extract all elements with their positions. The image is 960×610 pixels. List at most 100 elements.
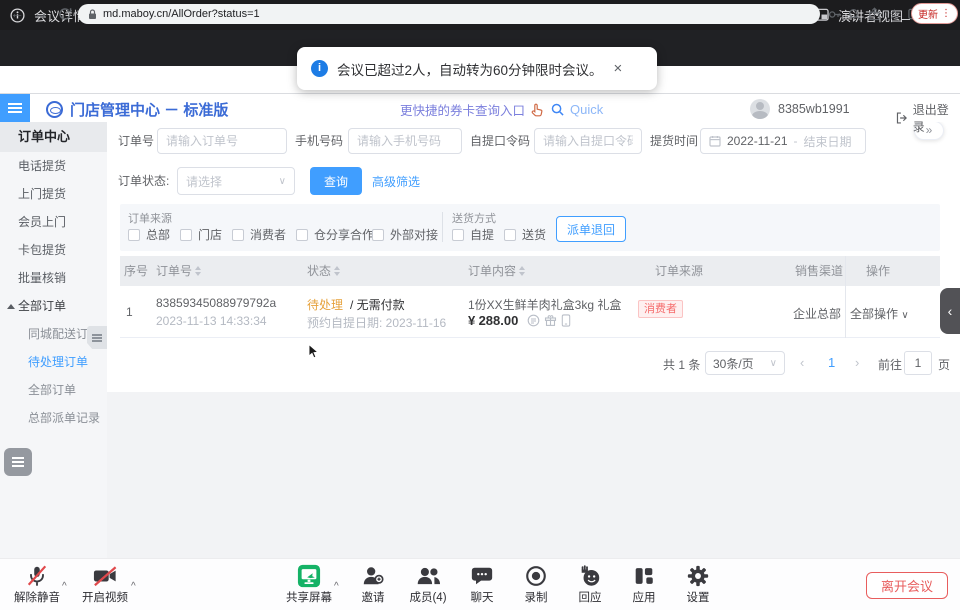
sidebar-toggle-button[interactable] [0, 94, 30, 122]
sidebar-subitem-pending-orders[interactable]: 待处理订单 [0, 348, 107, 376]
apps-button[interactable]: 应用 [615, 562, 673, 608]
banner-close-icon[interactable]: × [614, 60, 623, 77]
next-page-icon[interactable]: › [855, 355, 859, 370]
goto-page-input[interactable] [904, 351, 932, 375]
mouse-cursor [308, 344, 321, 360]
page-size-select[interactable]: 30条/页 ∨ [705, 351, 785, 375]
prev-page-icon[interactable]: ‹ [800, 355, 804, 370]
meeting-notification-banner: i 会议已超过2人，自动转为60分钟限时会议。 × [297, 47, 657, 90]
logout-link[interactable]: 退出登录 [913, 101, 960, 135]
video-options-icon[interactable]: ^ [131, 581, 136, 592]
current-page[interactable]: 1 [828, 355, 835, 370]
apps-label: 应用 [633, 589, 656, 605]
checkbox-delivery[interactable]: 送货 [504, 226, 546, 243]
checkbox-icon[interactable] [452, 229, 464, 241]
leave-meeting-button[interactable]: 离开会议 [866, 572, 948, 599]
gift-icon[interactable] [544, 314, 557, 327]
browser-menu-icon[interactable]: ⋮ [941, 8, 951, 19]
advanced-filter-link[interactable]: 高级筛选 [372, 173, 420, 190]
update-label: 更新 [918, 6, 938, 21]
checkbox-external[interactable]: 外部对接 [372, 226, 438, 243]
zoom-icon[interactable] [848, 8, 861, 21]
th-content[interactable]: 订单内容 [468, 256, 525, 286]
order-status-select[interactable]: 请选择 ∨ [177, 167, 295, 195]
checkbox-icon[interactable] [232, 229, 244, 241]
row-action-dropdown[interactable]: 全部操作 ∨ [850, 305, 909, 322]
checkbox-icon[interactable] [128, 229, 140, 241]
pickup-code-input[interactable] [534, 128, 642, 154]
reactions-button[interactable]: 回应 [561, 562, 619, 608]
calendar-icon [709, 135, 721, 147]
sidebar-subitem-all-orders[interactable]: 全部订单 [0, 376, 107, 404]
checkbox-hq[interactable]: 总部 [128, 226, 170, 243]
share-screen-icon [297, 564, 321, 588]
start-video-button[interactable]: 开启视频 [76, 562, 134, 608]
share-icon[interactable] [868, 7, 881, 21]
members-button[interactable]: 成员(4) [399, 562, 457, 608]
mic-options-icon[interactable]: ^ [62, 581, 67, 592]
checkbox-self-pickup[interactable]: 自提 [452, 226, 494, 243]
chrome-update-button[interactable]: 更新 ⋮ [911, 3, 958, 24]
checkbox-icon[interactable] [180, 229, 192, 241]
phone-icon[interactable] [561, 314, 571, 327]
checkbox-icon[interactable] [296, 229, 308, 241]
search-button[interactable]: 查询 [310, 167, 362, 195]
sidebar-item-phone-pickup[interactable]: 电话提货 [0, 152, 107, 180]
sidebar-subitem-hq-dispatch-log[interactable]: 总部派单记录 [0, 404, 107, 432]
sidebar-group-all-orders[interactable]: 全部订单 [0, 292, 107, 320]
settings-label: 设置 [687, 589, 710, 605]
sidebar-item-door-pickup[interactable]: 上门提货 [0, 180, 107, 208]
sort-icon[interactable] [334, 266, 340, 276]
members-icon [415, 564, 442, 588]
checkbox-store[interactable]: 门店 [180, 226, 222, 243]
reload-icon[interactable] [58, 7, 72, 21]
panel-divider [442, 212, 443, 242]
share-screen-button[interactable]: 共享屏幕 [280, 562, 338, 608]
user-avatar[interactable] [750, 99, 770, 119]
chat-button[interactable]: 聊天 [453, 562, 511, 608]
quick-search-icon[interactable] [551, 103, 564, 116]
date-range-picker[interactable]: 2022-11-21 - 结束日期 [700, 128, 866, 154]
checkbox-icon[interactable] [372, 229, 384, 241]
checkbox-consumer[interactable]: 消费者 [232, 226, 286, 243]
sidebar-item-card-pickup[interactable]: 卡包提货 [0, 236, 107, 264]
sidebar-item-member-visit[interactable]: 会员上门 [0, 208, 107, 236]
th-status[interactable]: 状态 [307, 256, 340, 286]
phone-input[interactable] [348, 128, 462, 154]
pointing-finger-icon [531, 103, 545, 117]
order-status-label: 订单状态: [118, 167, 169, 195]
unmute-button[interactable]: 解除静音 [8, 562, 66, 608]
row-source-tag: 消费者 [638, 300, 683, 318]
bookmark-star-icon[interactable]: ☆ [888, 5, 901, 23]
date-end-placeholder[interactable]: 结束日期 [804, 133, 852, 150]
sidebar-drag-handle[interactable] [87, 326, 107, 349]
sort-icon[interactable] [195, 266, 201, 276]
th-order-no[interactable]: 订单号 [156, 256, 201, 286]
order-no-input[interactable] [157, 128, 287, 154]
back-icon[interactable]: ← [10, 4, 24, 22]
sidebar-item-batch-verify[interactable]: 批量核销 [0, 264, 107, 292]
quick-label[interactable]: Quick [570, 102, 603, 117]
collapsed-video-panel-handle[interactable]: ‹ [940, 288, 960, 334]
settings-button[interactable]: 设置 [669, 562, 727, 608]
dispatch-return-button[interactable]: 派单退回 [556, 216, 626, 242]
invite-button[interactable]: 邀请 [344, 562, 402, 608]
note-icon[interactable] [527, 314, 540, 327]
checkbox-icon[interactable] [504, 229, 516, 241]
url-bar[interactable]: md.maboy.cn/AllOrder?status=1 [78, 4, 820, 24]
row-order-no: 83859345088979792a [156, 296, 276, 310]
date-start-value[interactable]: 2022-11-21 [727, 134, 788, 148]
screen: 会议详情 23:27(60分钟) ▾ 演讲者视图 ▾ 礼盒营销平台管理中心 × … [0, 0, 960, 610]
chat-icon [470, 564, 494, 588]
sort-icon[interactable] [519, 266, 525, 276]
promo-link[interactable]: 更快捷的券卡查询入口 [400, 100, 525, 119]
apps-grid-icon [632, 564, 656, 588]
share-options-icon[interactable]: ^ [334, 581, 339, 592]
record-button[interactable]: 录制 [507, 562, 565, 608]
checkbox-warehouse-share[interactable]: 仓分享合作 [296, 226, 374, 243]
row-created-at: 2023-11-13 14:33:34 [156, 314, 267, 328]
password-key-icon[interactable] [828, 8, 841, 21]
floating-list-button[interactable] [4, 448, 32, 476]
status-placeholder: 请选择 [186, 173, 222, 190]
forward-icon[interactable]: → [34, 4, 48, 22]
